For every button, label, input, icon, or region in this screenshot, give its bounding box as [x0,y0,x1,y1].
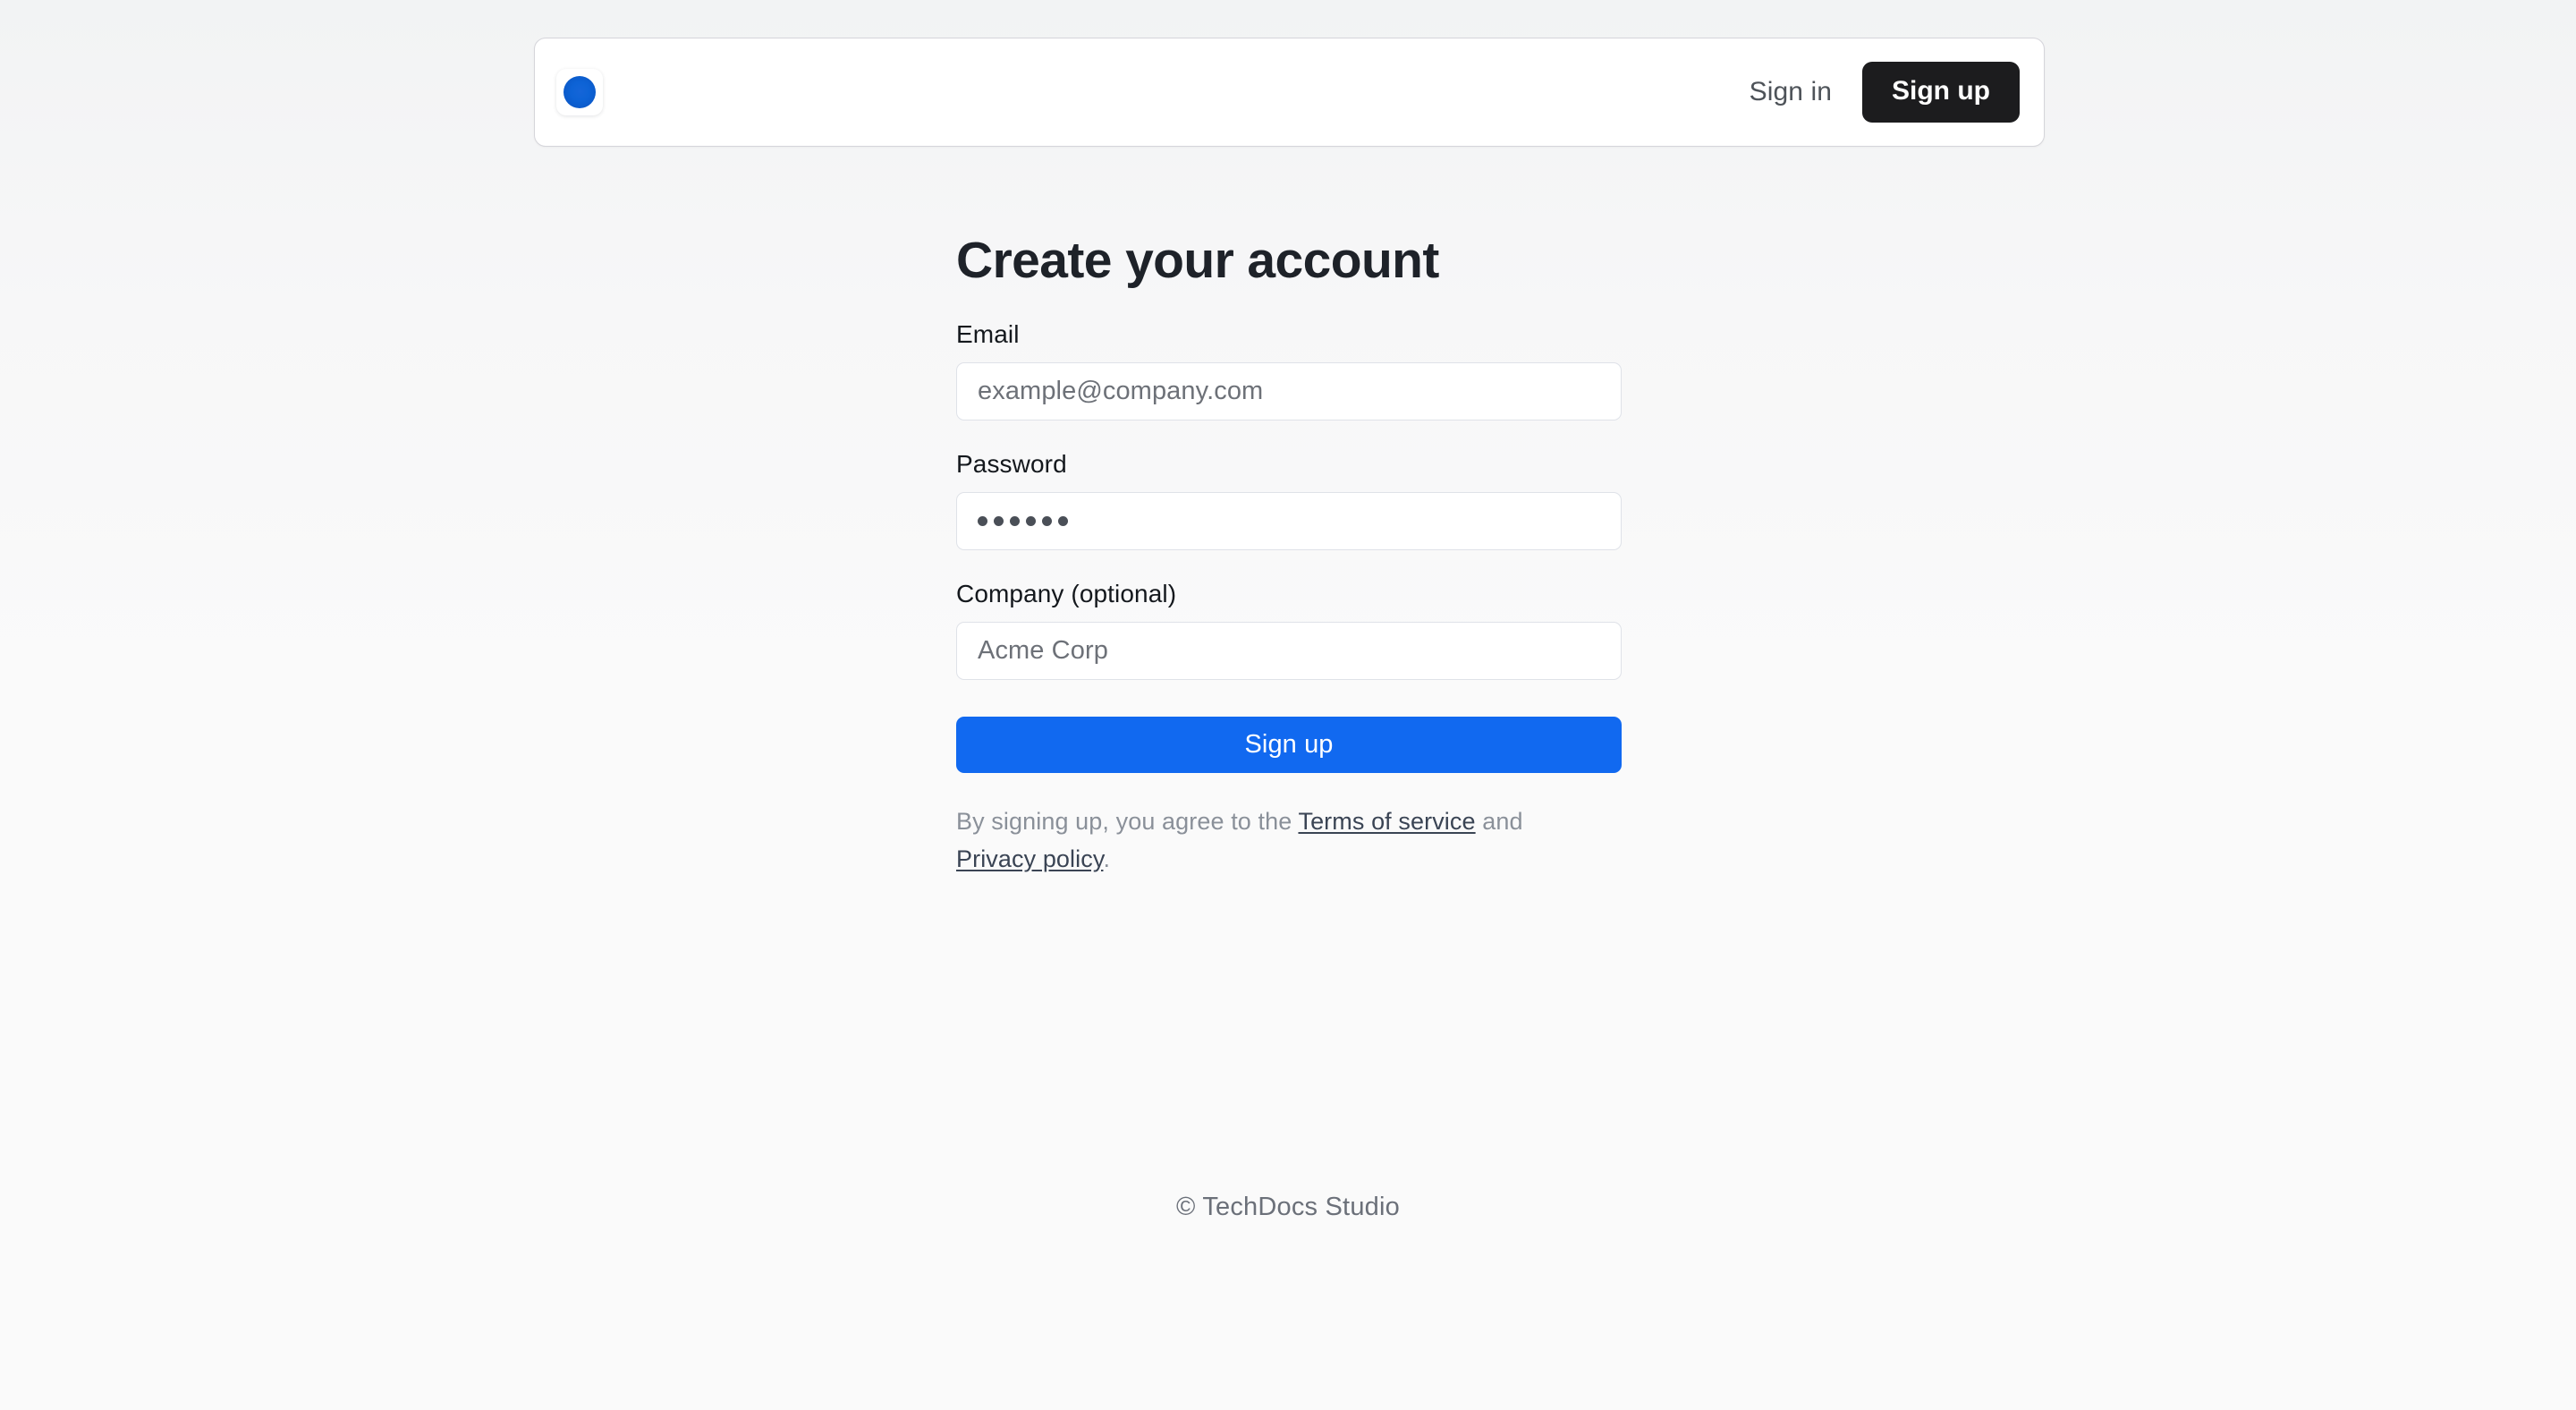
company-label: Company (optional) [956,579,1177,607]
legal-conjunction-text: and [1475,807,1523,835]
header-card: Sign in Sign up [534,38,2045,147]
legal-disclaimer: By signing up, you agree to the Terms of… [956,803,1609,878]
field-spacer [956,420,1622,452]
nav-sign-up-button[interactable]: Sign up [1862,62,2020,123]
legal-prefix-text: By signing up, you agree to the [956,807,1299,835]
page-title: Create your account [956,232,1439,289]
password-masked-value [978,515,1068,526]
sign-up-submit-button[interactable]: Sign up [956,716,1622,773]
password-field-group: Password [956,449,1622,550]
blue-circle-logo-icon [564,76,596,108]
terms-of-service-link[interactable]: Terms of service [1298,808,1475,835]
email-field-group: Email [956,319,1622,420]
site-header: Sign in Sign up [534,38,2045,147]
brand-logo[interactable] [556,69,603,115]
legal-suffix-text: . [1103,845,1111,872]
email-label: Email [956,319,1020,348]
field-spacer [956,550,1622,582]
company-field-group: Company (optional) [956,579,1622,680]
header-nav-actions: Sign in Sign up [1750,62,2020,123]
email-input[interactable] [956,361,1622,420]
logo-tile [556,69,603,115]
footer-copyright: © TechDocs Studio [1176,1193,1400,1221]
company-input[interactable] [956,621,1622,680]
signup-form: Create your account Email Password Compa… [956,232,1622,878]
nav-sign-in-link[interactable]: Sign in [1750,79,1832,106]
password-input[interactable] [956,491,1622,550]
footer: © TechDocs Studio [0,1193,2576,1222]
password-label: Password [956,449,1067,478]
privacy-policy-link[interactable]: Privacy policy [956,845,1103,872]
